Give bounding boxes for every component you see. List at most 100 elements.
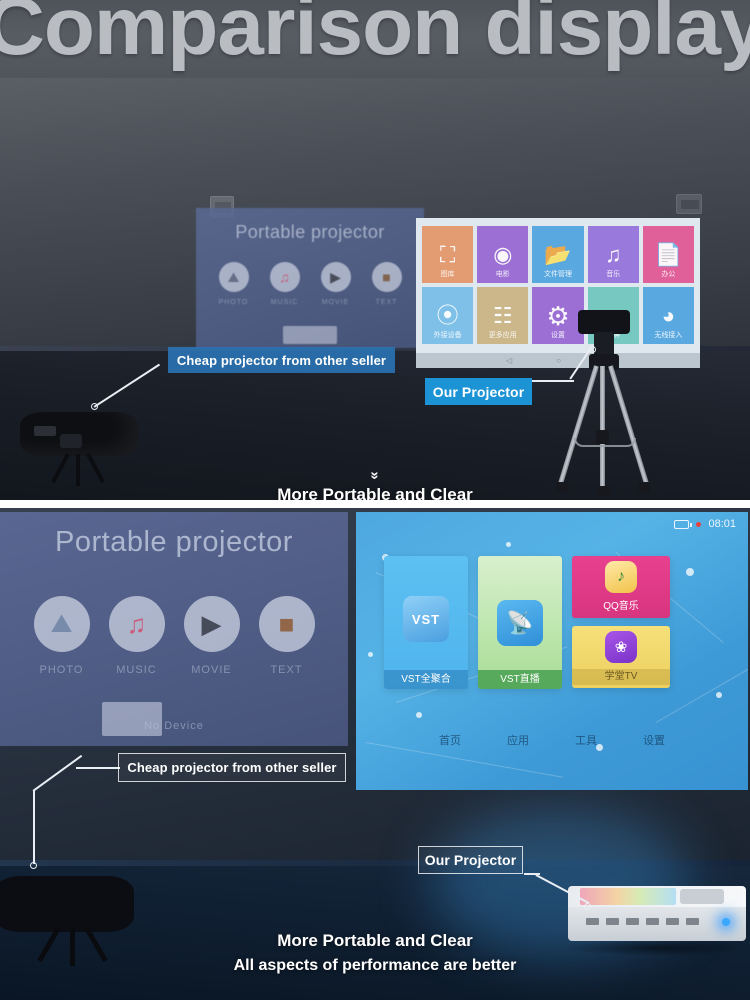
port xyxy=(626,918,639,925)
header-banner: Comparison display xyxy=(0,0,750,78)
tripod-leg xyxy=(608,365,649,484)
text-icon: ■ xyxy=(371,262,402,292)
music-icon: ♫ xyxy=(269,262,300,292)
tile-more-apps[interactable]: ☷ 更多应用 xyxy=(477,287,529,344)
leader-line-cheap-bottom-horiz xyxy=(76,767,120,769)
projector-head xyxy=(578,310,630,334)
tile-music[interactable]: ♫ 音乐 xyxy=(587,226,639,283)
folder-icon: 📂 xyxy=(544,241,572,267)
launcher-nav-apps[interactable]: 应用 xyxy=(507,732,529,748)
tile-movie[interactable]: ◉ 电影 xyxy=(477,226,529,283)
port xyxy=(686,918,699,925)
cheap-projection-icon-row: ⛰ PHOTO ♫ MUSIC ▶ MOVIE ■ TEXT xyxy=(0,596,348,676)
cheap-projection-top: Portable projector ⛰ PHOTO ♫ MUSIC ▶ MOV… xyxy=(196,208,424,348)
tile-label: 电影 xyxy=(495,271,510,278)
tile-office[interactable]: 📄 办公 xyxy=(642,226,694,283)
device-touchpad xyxy=(680,889,724,904)
no-device-status: No Device xyxy=(144,720,204,732)
scroll-down-chevron-icon[interactable]: » xyxy=(367,471,384,479)
port xyxy=(606,918,619,925)
callout-our-projector-top[interactable]: Our Projector xyxy=(425,378,532,405)
tile-label: 更多应用 xyxy=(488,332,517,339)
wall-switch-right xyxy=(676,194,702,214)
our-projector-device-top xyxy=(556,310,652,500)
network-dot xyxy=(368,652,373,657)
cheap-app-photo: ⛰ PHOTO xyxy=(24,596,99,676)
card-label: VST全聚合 xyxy=(384,670,468,689)
cheap-app-label: MUSIC xyxy=(270,299,299,306)
music-icon: ♫ xyxy=(108,596,165,652)
cheap-projection-device-graphic xyxy=(283,326,337,344)
clock-time: 08:01 xyxy=(708,518,736,530)
port xyxy=(586,918,599,925)
gallery-icon: ⛶ xyxy=(439,241,456,267)
cheap-app-text: ■ TEXT xyxy=(249,596,324,676)
callout-our-projector-bottom[interactable]: Our Projector xyxy=(418,846,523,874)
card-column-right: ♪ QQ音乐 ❀ 学堂TV xyxy=(572,556,670,689)
callout-label: Cheap projector from other seller xyxy=(176,352,387,368)
launcher-cards: VST VST全聚合 📡 VST直播 ♪ QQ音乐 ❀ 学堂TV xyxy=(384,556,670,689)
leader-line-cheap-bottom-v xyxy=(33,790,35,864)
cheap-app-label: TEXT xyxy=(375,299,398,306)
tile-file-manager[interactable]: 📂 文件管理 xyxy=(532,226,584,283)
tripod-leg xyxy=(600,366,605,488)
cheap-app-label: MOVIE xyxy=(191,664,232,676)
movie-icon: ▶ xyxy=(320,262,351,292)
cheap-app-music: ♫ MUSIC xyxy=(99,596,174,676)
leader-line-ours-top-horiz xyxy=(528,380,574,382)
comparison-display-page: Comparison display Portable projector ⛰ … xyxy=(0,0,750,1000)
tile-gallery[interactable]: ⛶ 图库 xyxy=(422,226,474,283)
caption-line-2-bottom: All aspects of performance are better xyxy=(233,957,517,974)
card-qq-music[interactable]: ♪ QQ音乐 xyxy=(572,556,670,618)
text-icon: ■ xyxy=(258,596,315,652)
device-port-row xyxy=(586,918,699,925)
launcher-nav-tools[interactable]: 工具 xyxy=(575,732,597,748)
cheap-app-label: PHOTO xyxy=(39,664,84,676)
callout-cheap-projector-bottom[interactable]: Cheap projector from other seller xyxy=(118,753,346,782)
launcher-nav-home[interactable]: 首页 xyxy=(439,732,461,748)
cheap-app-music: ♫ MUSIC xyxy=(260,262,310,306)
battery-icon xyxy=(674,519,692,529)
tripod-clamp xyxy=(596,430,609,444)
our-projection-bottom: 08:01 VST VST全聚合 📡 VST直播 ♪ QQ音乐 ❀ 学堂TV 首… xyxy=(356,512,748,790)
power-led-icon xyxy=(722,918,730,926)
network-dot xyxy=(686,568,694,576)
tile-label: 文件管理 xyxy=(543,271,572,278)
red-dot-icon xyxy=(696,521,702,527)
xuetang-icon: ❀ xyxy=(605,631,637,663)
cheap-app-label: MUSIC xyxy=(116,664,157,676)
card-label: QQ音乐 xyxy=(603,601,639,612)
nav-back-icon[interactable]: ◁ xyxy=(506,356,512,365)
card-label: 学堂TV xyxy=(572,669,670,685)
movie-icon: ▶ xyxy=(183,596,240,652)
music-note-icon: ♫ xyxy=(604,241,622,267)
photo-icon: ⛰ xyxy=(218,262,249,292)
device-top-artwork xyxy=(580,888,676,905)
port xyxy=(666,918,679,925)
callout-label: Cheap projector from other seller xyxy=(127,760,337,775)
cheap-app-label: TEXT xyxy=(270,664,303,676)
tile-external-device[interactable]: ⦿ 外接设备 xyxy=(422,287,474,344)
panel-divider xyxy=(0,500,750,508)
leader-endpoint-ours-bottom xyxy=(584,903,591,910)
usb-device-icon: ⦿ xyxy=(436,302,459,328)
projector-lens xyxy=(60,434,82,448)
network-dot xyxy=(716,692,722,698)
launcher-nav: 首页 应用 工具 设置 xyxy=(356,732,748,748)
vst-app-icon: VST xyxy=(403,596,449,642)
callout-cheap-projector-top[interactable]: Cheap projector from other seller xyxy=(168,347,395,373)
callout-label: Our Projector xyxy=(424,852,517,868)
tile-label: 音乐 xyxy=(606,271,621,278)
card-vst-live[interactable]: 📡 VST直播 xyxy=(478,556,562,689)
movie-reel-icon: ◉ xyxy=(493,241,513,267)
launcher-nav-settings[interactable]: 设置 xyxy=(643,732,665,748)
cheap-app-text: ■ TEXT xyxy=(362,262,412,306)
wifi-icon: ◕ xyxy=(661,302,676,328)
mini-tripod xyxy=(51,453,105,488)
network-dot xyxy=(416,712,422,718)
card-xuetang-tv[interactable]: ❀ 学堂TV xyxy=(572,626,670,688)
cheap-projector-device-top xyxy=(8,412,148,492)
card-vst-aggregate[interactable]: VST VST全聚合 xyxy=(384,556,468,689)
tile-label: 办公 xyxy=(661,271,676,278)
satellite-icon: 📡 xyxy=(497,600,543,646)
